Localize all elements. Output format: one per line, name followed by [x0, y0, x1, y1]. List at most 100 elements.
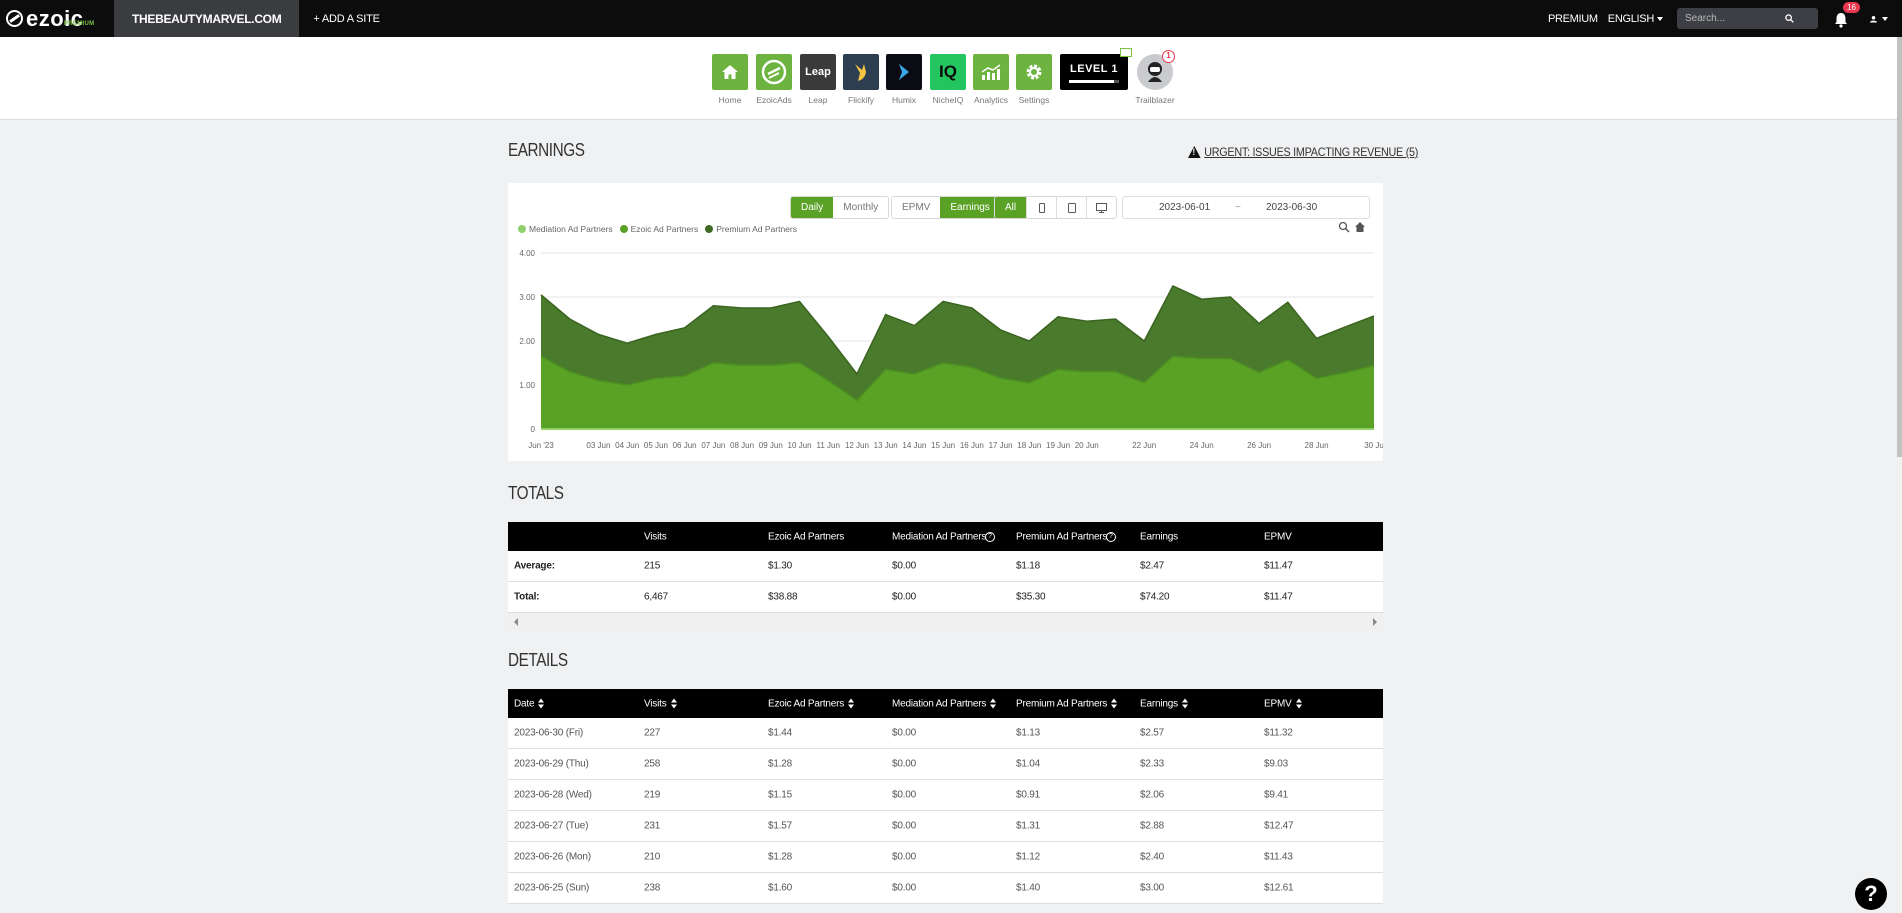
- help-question-icon[interactable]: ?: [1106, 531, 1116, 542]
- row-label: Average:: [514, 560, 555, 572]
- ezoic-logo[interactable]: ezoic PREMIUM: [0, 0, 114, 37]
- table-cell: $0.00: [892, 727, 917, 739]
- app-home[interactable]: Home: [712, 54, 748, 105]
- table-cell: $0.00: [892, 560, 917, 572]
- warning-icon: [1188, 146, 1201, 158]
- table-cell: $1.44: [768, 727, 793, 739]
- urgent-issues-link[interactable]: URGENT: ISSUES IMPACTING REVENUE (5): [1188, 145, 1418, 159]
- x-tick-label: 17 Jun: [989, 441, 1013, 450]
- table-cell: $1.60: [768, 882, 793, 894]
- totals-row: Average: 215 $1.30 $0.00 $1.18 $2.47 $11.47: [508, 551, 1383, 582]
- user-menu[interactable]: [1870, 10, 1888, 28]
- table-cell: $9.03: [1264, 758, 1289, 770]
- app-ezoicads[interactable]: EzoicAds: [756, 54, 792, 105]
- column-header-label: Ezoic Ad Partners: [768, 698, 845, 709]
- sort-icon: [848, 698, 855, 709]
- scroll-right-arrow-icon[interactable]: [1373, 618, 1377, 626]
- details-title: DETAILS: [508, 650, 568, 670]
- x-tick-label: 07 Jun: [701, 441, 725, 450]
- sortable-column-header[interactable]: Premium Ad Partners: [1016, 698, 1118, 709]
- x-tick-label: 26 Jun: [1247, 441, 1271, 450]
- search-input[interactable]: [1685, 13, 1785, 24]
- column-header: Visits: [644, 531, 667, 542]
- search-icon[interactable]: [1785, 14, 1794, 23]
- app-nicheiq[interactable]: IQ NicheIQ: [930, 54, 966, 105]
- table-cell: $1.15: [768, 789, 793, 801]
- table-row: 2023-06-25 (Sun) 238 $1.60 $0.00 $1.40 $3.00 $…: [508, 873, 1383, 904]
- app-flickify[interactable]: Flickify: [843, 54, 879, 105]
- y-tick-label: 0: [531, 425, 536, 434]
- table-cell: $2.57: [1140, 727, 1165, 739]
- table-cell: $3.00: [1140, 882, 1165, 894]
- level-badge[interactable]: LEVEL 1: [1060, 48, 1132, 90]
- user-icon: [1870, 15, 1877, 22]
- table-cell: $2.40: [1140, 851, 1165, 863]
- scroll-left-arrow-icon[interactable]: [514, 618, 518, 626]
- x-tick-label: 09 Jun: [759, 441, 783, 450]
- table-cell: 238: [644, 882, 661, 894]
- app-label: Trailblazer: [1135, 95, 1175, 105]
- table-row: 2023-06-29 (Thu) 258 $1.28 $0.00 $1.04 $2.33 $…: [508, 749, 1383, 780]
- totals-table: Visits Ezoic Ad Partners Mediation Ad Part…: [508, 522, 1383, 630]
- table-cell: $0.00: [892, 851, 917, 863]
- sort-icon: [1111, 698, 1118, 709]
- app-settings[interactable]: Settings: [1016, 54, 1052, 105]
- table-cell: $0.00: [892, 789, 917, 801]
- table-cell: $12.61: [1264, 882, 1294, 894]
- page-scrollbar[interactable]: [1897, 37, 1902, 913]
- help-question-icon[interactable]: ?: [985, 531, 995, 542]
- x-tick-label: 12 Jun: [845, 441, 869, 450]
- chevron-down-icon: [1882, 16, 1888, 21]
- sortable-column-header[interactable]: Earnings: [1140, 698, 1188, 709]
- app-launcher-bar: Home EzoicAds Leap Leap Flickify Humix I…: [0, 37, 1897, 120]
- y-tick-label: 2.00: [519, 337, 535, 346]
- y-tick-label: 1.00: [519, 381, 535, 390]
- column-header-label: Date: [514, 698, 535, 709]
- table-cell: $1.04: [1016, 758, 1041, 770]
- sortable-column-header[interactable]: Date: [514, 698, 545, 709]
- trailblazer-button[interactable]: 1 Trailblazer: [1135, 50, 1175, 105]
- x-tick-label: 18 Jun: [1017, 441, 1041, 450]
- sortable-column-header[interactable]: Visits: [644, 698, 677, 709]
- date-cell: 2023-06-28 (Wed): [514, 789, 592, 801]
- app-humix[interactable]: Humix: [886, 54, 922, 105]
- chevron-down-icon: [1657, 16, 1663, 21]
- table-row: 2023-06-30 (Fri) 227 $1.44 $0.00 $1.13 $2.57 $…: [508, 718, 1383, 749]
- level-label: LEVEL 1: [1070, 63, 1118, 75]
- sortable-column-header[interactable]: Mediation Ad Partners: [892, 698, 997, 709]
- analytics-icon: [973, 54, 1009, 90]
- table-cell: $11.32: [1264, 727, 1293, 739]
- y-tick-label: 4.00: [519, 249, 535, 258]
- ezoic-logo-icon: [6, 10, 23, 27]
- add-site-link[interactable]: + ADD A SITE: [313, 13, 380, 25]
- x-tick-label: 13 Jun: [874, 441, 898, 450]
- date-cell: 2023-06-30 (Fri): [514, 727, 584, 739]
- table-cell: $0.00: [892, 820, 917, 832]
- language-dropdown[interactable]: ENGLISH: [1608, 13, 1663, 25]
- sortable-column-header[interactable]: EPMV: [1264, 698, 1302, 709]
- page-scrollbar-thumb[interactable]: [1897, 37, 1902, 457]
- table-cell: $2.88: [1140, 820, 1165, 832]
- table-cell: $2.33: [1140, 758, 1165, 770]
- horizontal-scrollbar[interactable]: [508, 613, 1383, 630]
- urgent-issues-label: URGENT: ISSUES IMPACTING REVENUE (5): [1204, 145, 1419, 159]
- premium-link[interactable]: PREMIUM: [1548, 13, 1598, 25]
- table-cell: $1.12: [1016, 851, 1041, 863]
- app-analytics[interactable]: Analytics: [973, 54, 1009, 105]
- table-cell: $1.31: [1016, 820, 1041, 832]
- search-box: [1677, 8, 1818, 29]
- column-header-label: Visits: [644, 698, 667, 709]
- table-row: 2023-06-28 (Wed) 219 $1.15 $0.00 $0.91 $2.06 $…: [508, 780, 1383, 811]
- x-tick-label: 19 Jun: [1046, 441, 1070, 450]
- date-cell: 2023-06-27 (Tue): [514, 820, 589, 832]
- table-row: 2023-06-26 (Mon) 210 $1.28 $0.00 $1.12 $2.40 $…: [508, 842, 1383, 873]
- y-tick-label: 3.00: [519, 293, 535, 302]
- trailblazer-badge: 1: [1162, 50, 1175, 63]
- gear-icon: [1016, 54, 1052, 90]
- help-button[interactable]: ?: [1855, 878, 1887, 910]
- sortable-column-header[interactable]: Ezoic Ad Partners: [768, 698, 855, 709]
- notifications-button[interactable]: 16: [1834, 1, 1860, 28]
- site-selector[interactable]: THEBEAUTYMARVEL.COM: [114, 0, 300, 37]
- app-leap[interactable]: Leap Leap: [800, 54, 836, 105]
- table-cell: $74.20: [1140, 591, 1170, 603]
